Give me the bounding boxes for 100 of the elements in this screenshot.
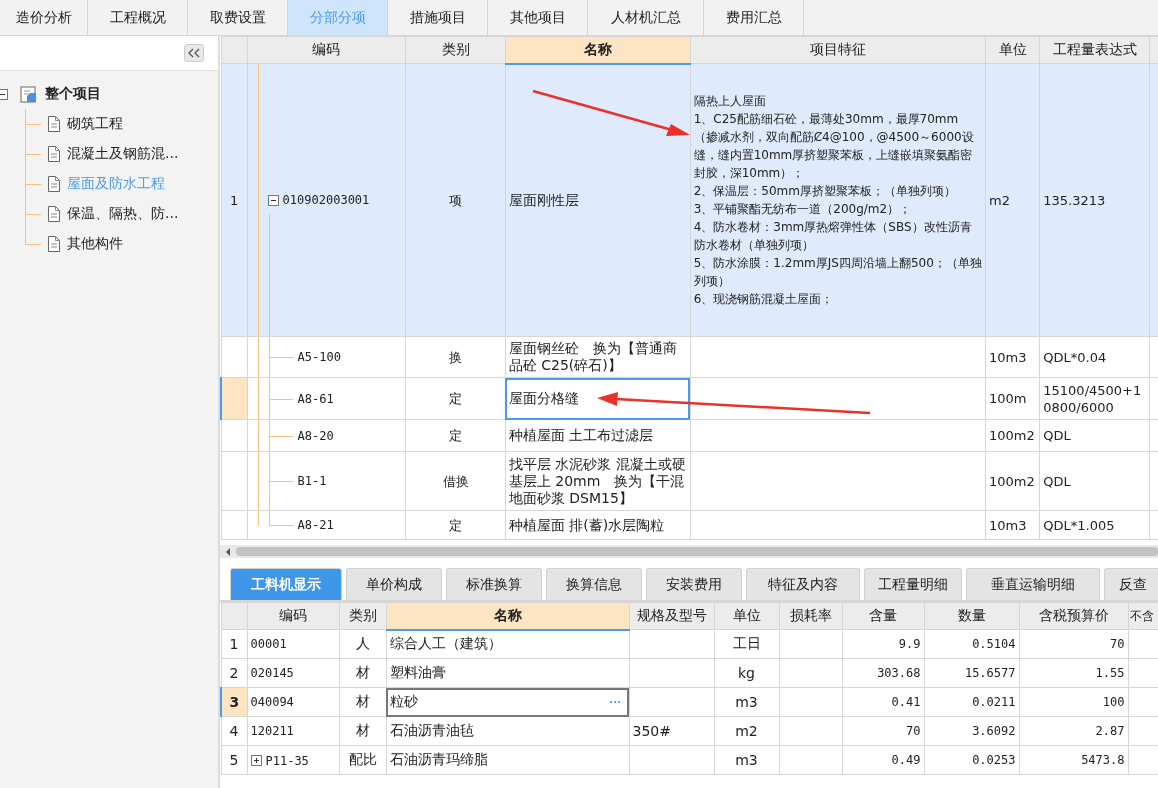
table-cell: 100m2 xyxy=(985,451,1040,511)
table-row[interactable]: A5-100 换 屋面钢丝砼 换为【普通商品砼 C25(碎石)】 10m3 QDL*0.04 xyxy=(221,336,1158,378)
table-cell: 100m2 xyxy=(985,419,1040,452)
tree-item[interactable]: 其他构件 xyxy=(67,235,123,253)
column-header[interactable]: 含量 xyxy=(842,602,924,630)
table-cell[interactable]: 种植屋面 土工布过滤层 xyxy=(505,419,691,452)
table-cell: 0.0253 xyxy=(924,745,1019,775)
tree-item[interactable]: 砌筑工程 xyxy=(67,115,123,133)
table-cell[interactable]: 屋面刚性层 xyxy=(505,63,691,337)
collapse-toggle[interactable] xyxy=(267,195,279,206)
table-cell: 100m xyxy=(985,377,1040,420)
table-cell: 00001 xyxy=(247,629,339,659)
table-cell: 100 xyxy=(1019,687,1128,717)
column-header[interactable]: 工程量表达式 xyxy=(1039,36,1150,64)
column-header[interactable]: 类别 xyxy=(405,36,506,64)
column-header[interactable]: 名称 xyxy=(505,36,691,64)
tree-item[interactable]: 整个项目 xyxy=(45,85,101,103)
tab[interactable]: 措施项目 xyxy=(388,0,488,35)
document-icon xyxy=(47,116,61,132)
table-cell: 10m3 xyxy=(985,336,1040,378)
tab[interactable]: 造价分析 xyxy=(0,0,88,35)
table-cell: QDL*0.04 xyxy=(1039,336,1150,378)
tab[interactable]: 单价构成 xyxy=(346,568,442,600)
table-cell: 人 xyxy=(339,629,386,659)
row-header[interactable] xyxy=(221,419,248,452)
table-row[interactable]: B1-1 借换 找平层 水泥砂浆 混凝土或硬基层上 20mm 换为【干混地面砂浆 DSM15】 100m2 QDL xyxy=(221,451,1158,511)
row-header[interactable] xyxy=(221,451,248,511)
table-cell[interactable]: 塑料油膏 xyxy=(386,658,629,688)
document-icon xyxy=(47,206,61,222)
item-code: P11-35 xyxy=(265,753,309,768)
table-row[interactable]: A8-21 定 种植屋面 排(蓄)水层陶粒 10m3 QDL*1.005 xyxy=(221,510,1158,540)
collapse-button[interactable] xyxy=(184,44,204,62)
table-cell: 工日 xyxy=(714,629,779,659)
row-header[interactable]: 1 xyxy=(221,63,248,337)
row-header[interactable] xyxy=(221,377,248,420)
column-header[interactable]: 规格及型号 xyxy=(629,602,714,630)
column-header[interactable]: 数量 xyxy=(924,602,1019,630)
table-cell: kg xyxy=(714,658,779,688)
row-header[interactable]: 1 xyxy=(221,629,247,659)
tab[interactable]: 反查 xyxy=(1104,568,1158,600)
table-cell: 10m3 xyxy=(985,510,1040,540)
tab[interactable]: 安装费用 xyxy=(646,568,742,600)
row-header[interactable]: 5 xyxy=(221,745,247,775)
table-cell: 定 xyxy=(405,419,506,452)
table-cell[interactable]: 石油沥青油毡 xyxy=(386,716,629,746)
table-cell: 借换 xyxy=(405,451,506,511)
row-header[interactable] xyxy=(221,510,248,540)
table-row[interactable]: A8-20 定 种植屋面 土工布过滤层 100m2 QDL xyxy=(221,419,1158,452)
table-cell: 材 xyxy=(339,658,386,688)
tab[interactable]: 其他项目 xyxy=(488,0,588,35)
column-header[interactable]: 单位 xyxy=(985,36,1040,64)
column-header[interactable]: 项目特征 xyxy=(690,36,986,64)
column-header[interactable]: 编码 xyxy=(247,602,339,630)
column-header[interactable]: 名称 xyxy=(386,602,629,630)
row-header[interactable] xyxy=(221,336,248,378)
table-cell[interactable]: 屋面分格缝 xyxy=(505,377,691,420)
expand-toggle[interactable] xyxy=(250,754,262,766)
table-cell[interactable]: 石油沥青玛缔脂 xyxy=(386,745,629,775)
column-header[interactable]: 单位 xyxy=(714,602,779,630)
tree-item[interactable]: 保温、隔热、防... xyxy=(67,205,179,223)
table-row[interactable] xyxy=(221,63,1158,337)
table-cell: 15100/4500+10800/6000 xyxy=(1039,377,1150,420)
item-code: B1-1 xyxy=(297,474,327,488)
table-cell: 配比 xyxy=(339,745,386,775)
table-cell: 项 xyxy=(405,63,506,337)
table-cell: 隔热上人屋面 1、C25配筋细石砼，最薄处30mm，最厚70mm（掺减水剂，双向配筋Ȼ4@100，@4500～6000设缝，缝内置10mm厚挤塑聚苯板，上缝嵌填聚氨酯密封胶，深10mm）； 2、保温层：50mm厚挤塑聚苯板；（单独列项） 3、平铺聚酯无纺布一道（200g/m2）； 4、防水卷材：3mm厚热熔弹性体（SBS）改性沥青防水卷材（单独列项） 5、防水涂膜：1.2mm厚JS四周沿墙上翻500；（单独列项） 6、现浇钢筋混凝土屋面； xyxy=(690,63,986,337)
column-header[interactable]: 类别 xyxy=(339,602,386,630)
tab[interactable]: 人材机汇总 xyxy=(588,0,704,35)
tree-item[interactable]: 混凝土及钢筋混... xyxy=(67,145,179,163)
table-cell: 9.9 xyxy=(842,629,924,659)
table-cell[interactable]: 综合人工（建筑） xyxy=(386,629,629,659)
table-cell: m2 xyxy=(985,63,1040,337)
tab[interactable]: 特征及内容 xyxy=(746,568,860,600)
collapse-toggle[interactable] xyxy=(0,88,8,100)
tab[interactable]: 工程量明细 xyxy=(864,568,962,600)
table-row[interactable]: A8-61 定 屋面分格缝 100m 15100/4500+10800/6000 xyxy=(221,377,1158,420)
table-cell[interactable]: 屋面钢丝砼 换为【普通商品砼 C25(碎石)】 xyxy=(505,336,691,378)
table-cell: QDL xyxy=(1039,419,1150,452)
table-cell: 70 xyxy=(842,716,924,746)
column-header[interactable]: 损耗率 xyxy=(779,602,842,630)
row-header[interactable]: 4 xyxy=(221,716,247,746)
scroll-left-icon[interactable] xyxy=(224,546,232,557)
horizontal-scrollbar[interactable] xyxy=(220,545,1158,558)
tab[interactable]: 垂直运输明细 xyxy=(966,568,1100,600)
column-header[interactable]: 不含 xyxy=(1128,602,1158,630)
column-header[interactable]: 含税预算价 xyxy=(1019,602,1128,630)
tab[interactable]: 工程概况 xyxy=(88,0,188,35)
scrollbar-thumb[interactable] xyxy=(236,547,1158,556)
table-cell: 0.41 xyxy=(842,687,924,717)
row-header[interactable]: 2 xyxy=(221,658,247,688)
tab[interactable]: 标准换算 xyxy=(446,568,542,600)
tab[interactable]: 换算信息 xyxy=(546,568,642,600)
table-cell: 定 xyxy=(405,510,506,540)
column-header[interactable]: 编码 xyxy=(247,36,406,64)
item-code: A8-21 xyxy=(297,518,334,532)
tab[interactable]: 费用汇总 xyxy=(704,0,804,35)
table-cell[interactable]: 种植屋面 排(蓄)水层陶粒 xyxy=(505,510,691,540)
row-header[interactable]: 3 xyxy=(221,687,247,717)
item-code: A8-61 xyxy=(297,391,334,406)
table-cell[interactable]: 找平层 水泥砂浆 混凝土或硬基层上 20mm 换为【干混地面砂浆 DSM15】 xyxy=(505,451,691,511)
